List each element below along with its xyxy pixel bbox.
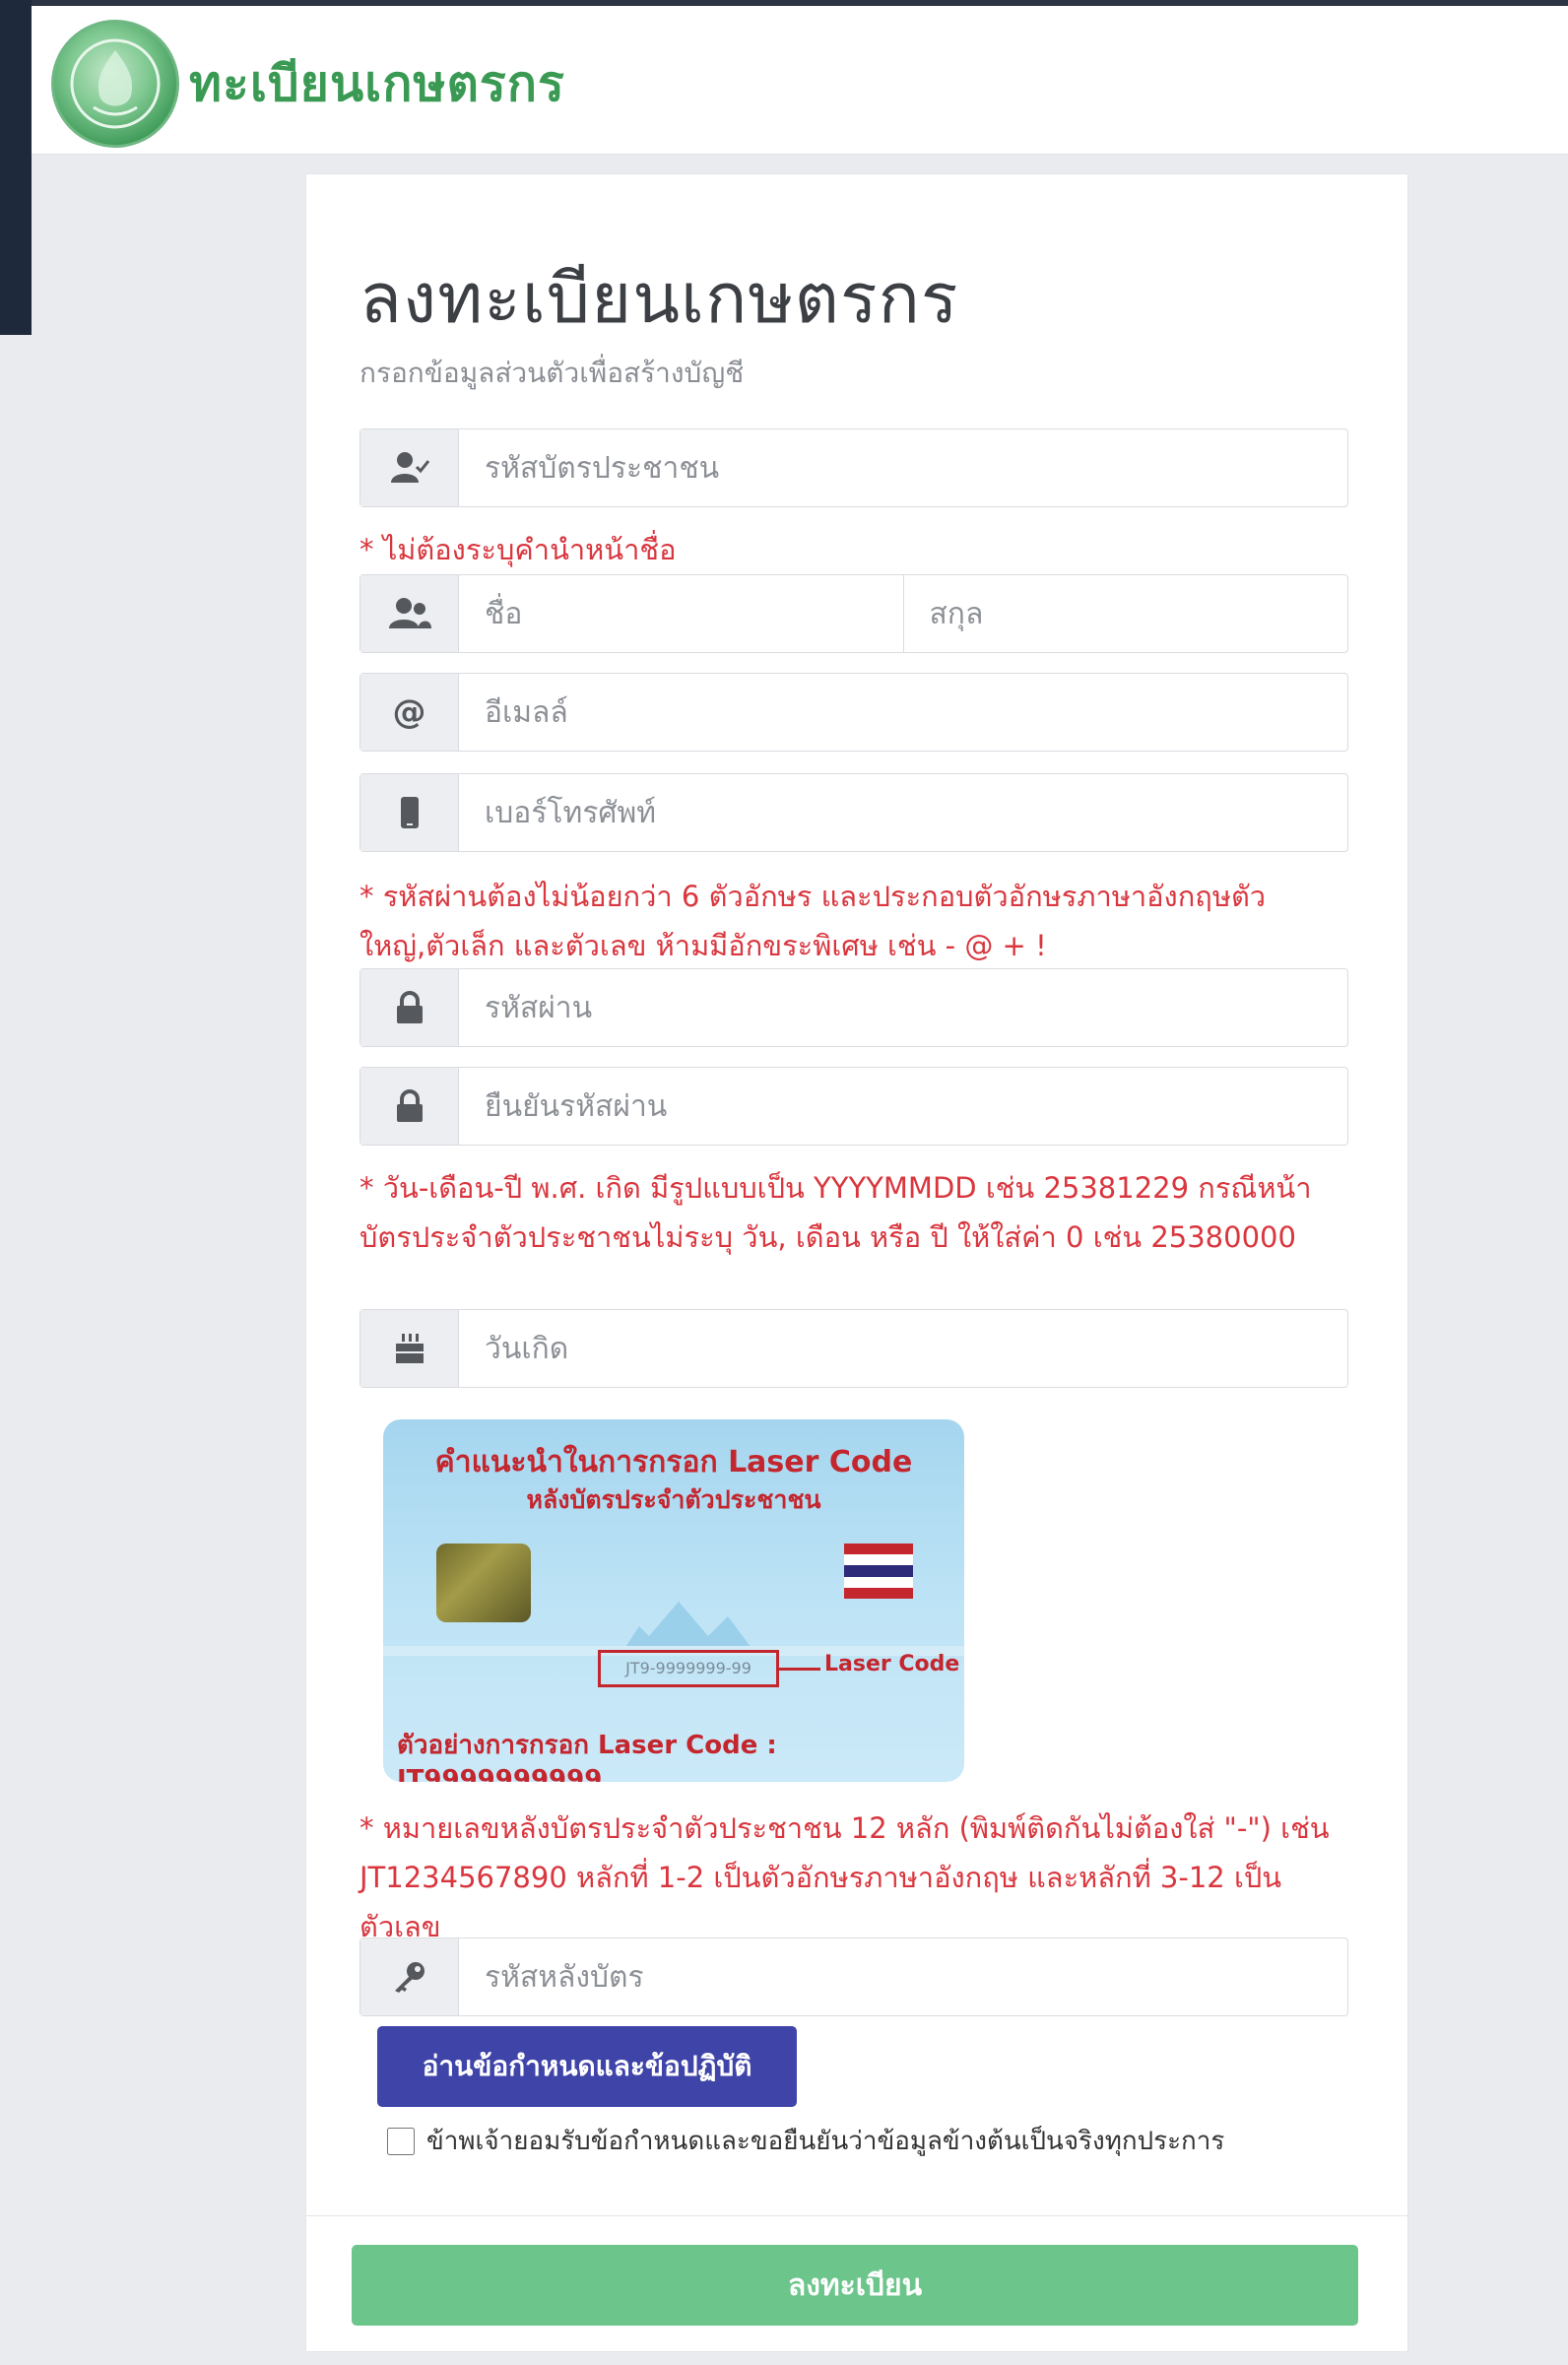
email-field: @ <box>359 673 1348 752</box>
confirm-password-field <box>359 1067 1348 1146</box>
logo-emblem <box>70 38 161 129</box>
thai-flag <box>844 1544 913 1599</box>
confirm-password-input[interactable] <box>459 1068 1347 1145</box>
logo[interactable] <box>51 20 179 148</box>
at-icon: @ <box>360 674 459 751</box>
birthday-cake-icon <box>360 1310 459 1387</box>
email-input[interactable] <box>459 674 1347 751</box>
laser-guide-subtitle: หลังบัตรประจำตัวประชาชน <box>526 1485 821 1514</box>
phone-input[interactable] <box>459 774 1347 851</box>
consent-label: ข้าพเจ้ายอมรับข้อกำหนดและขอยืนยันว่าข้อม… <box>426 2127 1225 2156</box>
name-note: * ไม่ต้องระบุคำนำหน้าชื่อ <box>359 533 677 566</box>
phone-field <box>359 773 1348 852</box>
laser-code-guide-image: คำแนะนำในการกรอก Laser Code หลังบัตรประจ… <box>383 1419 964 1782</box>
lock-icon <box>360 969 459 1046</box>
lock-icon <box>360 1068 459 1145</box>
laser-code-label: Laser Code <box>824 1652 960 1676</box>
laser-code-pointer <box>779 1668 820 1671</box>
laser-code-input[interactable] <box>459 1938 1347 2015</box>
laser-code-example: ตัวอย่างการกรอก Laser Code : JT999999999… <box>397 1731 777 1782</box>
birthdate-field <box>359 1309 1348 1388</box>
last-name-input[interactable] <box>903 575 1347 652</box>
laser-note: * หมายเลขหลังบัตรประจำตัวประชาชน 12 หลัก… <box>359 1811 1330 1943</box>
registration-card: ลงทะเบียนเกษตรกร กรอกข้อมูลส่วนตัวเพื่อส… <box>305 173 1408 2352</box>
password-field <box>359 968 1348 1047</box>
citizen-id-input[interactable] <box>459 429 1347 506</box>
name-field <box>359 574 1348 653</box>
read-terms-button[interactable]: อ่านข้อกำหนดและข้อปฏิบัติ <box>377 2026 797 2107</box>
site-header: ทะเบียนเกษตรกร <box>32 6 1568 155</box>
divider <box>306 2215 1407 2216</box>
register-button[interactable]: ลงทะเบียน <box>352 2245 1358 2326</box>
laser-code-field <box>359 1938 1348 2016</box>
page-title: ลงทะเบียนเกษตรกร <box>359 258 959 339</box>
background-strip <box>0 0 32 335</box>
users-icon <box>360 575 459 652</box>
first-name-input[interactable] <box>459 575 904 652</box>
consent-checkbox[interactable] <box>387 2127 415 2155</box>
mobile-icon <box>360 774 459 851</box>
laser-guide-title: คำแนะนำในการกรอก Laser Code <box>434 1445 913 1479</box>
birthdate-input[interactable] <box>459 1310 1347 1387</box>
laser-code-sample: JT9-9999999-99 <box>598 1650 779 1687</box>
consent-row[interactable]: ข้าพเจ้ายอมรับข้อกำหนดและขอยืนยันว่าข้อม… <box>387 2121 1392 2161</box>
password-note: * รหัสผ่านต้องไม่น้อยกว่า 6 ตัวอักษร และ… <box>359 880 1267 962</box>
password-input[interactable] <box>459 969 1347 1046</box>
birthdate-note: * วัน-เดือน-ปี พ.ศ. เกิด มีรูปแบบเป็น YY… <box>359 1171 1312 1254</box>
site-title: ทะเบียนเกษตรกร <box>189 55 565 112</box>
citizen-id-field <box>359 428 1348 507</box>
page-subtitle: กรอกข้อมูลส่วนตัวเพื่อสร้างบัญชี <box>359 357 745 389</box>
chip-graphic <box>436 1544 531 1622</box>
key-icon <box>360 1938 459 2015</box>
user-check-icon <box>360 429 459 506</box>
